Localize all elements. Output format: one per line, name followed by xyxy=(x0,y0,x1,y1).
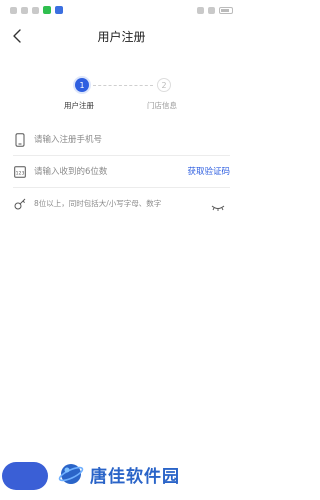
notification-icon xyxy=(32,6,39,14)
code-input[interactable]: 请输入收到的6位数 xyxy=(34,164,107,180)
app-icon xyxy=(55,6,63,14)
step-indicator: 1 2 用户注册 门店信息 xyxy=(0,78,243,118)
step-2-label: 门店信息 xyxy=(147,101,177,110)
step-1-label: 用户注册 xyxy=(64,101,94,110)
globe-logo xyxy=(58,464,84,484)
step-connector xyxy=(93,85,153,86)
signal-icon xyxy=(197,6,204,14)
password-field[interactable]: 8位以上，同时包括大/小写字母、数字 xyxy=(0,188,243,220)
code-field[interactable]: 123 请输入收到的6位数 获取验证码 xyxy=(0,156,243,188)
watermark-text: 唐佳软件园 xyxy=(90,466,180,487)
notification-icon xyxy=(21,6,28,14)
svg-text:123: 123 xyxy=(16,170,25,176)
get-code-button[interactable]: 获取验证码 xyxy=(187,164,230,180)
eye-closed-icon[interactable] xyxy=(211,198,225,211)
step-2-dot: 2 xyxy=(157,78,171,92)
wifi-icon xyxy=(208,6,215,14)
phone-icon xyxy=(13,132,27,148)
password-input[interactable]: 8位以上，同时包括大/小写字母、数字 xyxy=(34,196,161,212)
status-bar xyxy=(0,0,243,20)
nav-bar: 用户注册 xyxy=(0,22,243,50)
page-title: 用户注册 xyxy=(97,30,146,44)
phone-field[interactable]: 请输入注册手机号 xyxy=(0,124,243,156)
status-left xyxy=(10,6,63,14)
battery-icon xyxy=(219,6,233,14)
step-1-dot: 1 xyxy=(75,78,89,92)
sms-code-icon: 123 xyxy=(13,164,27,180)
wechat-icon xyxy=(43,6,51,14)
status-right xyxy=(197,6,233,14)
next-button[interactable] xyxy=(2,462,48,490)
phone-input[interactable]: 请输入注册手机号 xyxy=(34,132,102,148)
key-icon xyxy=(13,196,27,212)
watermark: 唐佳软件园 xyxy=(58,454,180,494)
notification-icon xyxy=(10,6,17,14)
